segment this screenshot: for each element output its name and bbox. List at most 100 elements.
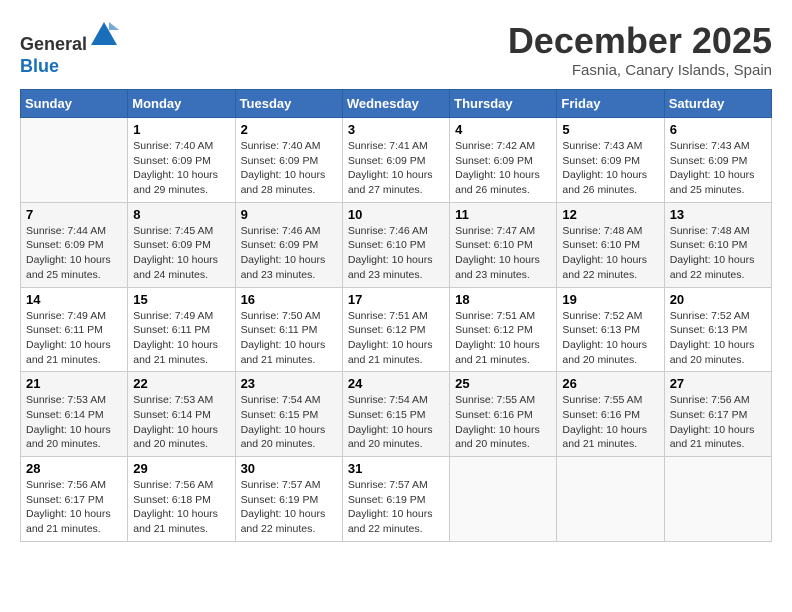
calendar-cell: 18 Sunrise: 7:51 AMSunset: 6:12 PMDayligh…	[450, 287, 557, 372]
day-number: 7	[26, 207, 122, 222]
cell-info: Sunrise: 7:48 AMSunset: 6:10 PMDaylight:…	[670, 224, 766, 283]
calendar-cell: 10 Sunrise: 7:46 AMSunset: 6:10 PMDayligh…	[342, 202, 449, 287]
day-number: 15	[133, 292, 229, 307]
calendar-cell: 23Sunrise: 7:54 AMSunset: 6:15 PMDayligh…	[235, 372, 342, 457]
cell-info: Sunrise: 7:42 AMSunset: 6:09 PMDaylight:…	[455, 139, 551, 198]
cell-info: Sunrise: 7:48 AMSunset: 6:10 PMDaylight:…	[562, 224, 658, 283]
calendar-cell: 19 Sunrise: 7:52 AMSunset: 6:13 PMDayligh…	[557, 287, 664, 372]
page-header: General Blue December 2025 Fasnia, Canar…	[20, 20, 772, 79]
calendar-cell: 1 Sunrise: 7:40 AMSunset: 6:09 PMDaylight…	[128, 118, 235, 203]
logo-blue: Blue	[20, 56, 59, 76]
day-number: 20	[670, 292, 766, 307]
calendar-cell: 29Sunrise: 7:56 AMSunset: 6:18 PMDayligh…	[128, 457, 235, 542]
day-number: 9	[241, 207, 337, 222]
logo: General Blue	[20, 20, 119, 77]
title-block: December 2025 Fasnia, Canary Islands, Sp…	[508, 20, 772, 79]
day-number: 30	[241, 461, 337, 476]
cell-info: Sunrise: 7:47 AMSunset: 6:10 PMDaylight:…	[455, 224, 551, 283]
day-number: 14	[26, 292, 122, 307]
cell-info: Sunrise: 7:57 AMSunset: 6:19 PMDaylight:…	[241, 478, 337, 537]
calendar-cell: 11 Sunrise: 7:47 AMSunset: 6:10 PMDayligh…	[450, 202, 557, 287]
calendar-cell: 16 Sunrise: 7:50 AMSunset: 6:11 PMDayligh…	[235, 287, 342, 372]
calendar-cell: 25Sunrise: 7:55 AMSunset: 6:16 PMDayligh…	[450, 372, 557, 457]
calendar-cell	[557, 457, 664, 542]
day-number: 22	[133, 376, 229, 391]
calendar-week-5: 28 Sunrise: 7:56 AMSunset: 6:17 PMDayligh…	[21, 457, 772, 542]
day-number: 12	[562, 207, 658, 222]
cell-info: Sunrise: 7:52 AMSunset: 6:13 PMDaylight:…	[562, 309, 658, 368]
day-header-thursday: Thursday	[450, 90, 557, 118]
calendar-cell: 27 Sunrise: 7:56 AMSunset: 6:17 PMDayligh…	[664, 372, 771, 457]
calendar-cell: 21 Sunrise: 7:53 AMSunset: 6:14 PMDayligh…	[21, 372, 128, 457]
day-number: 2	[241, 122, 337, 137]
day-number: 10	[348, 207, 444, 222]
day-number: 5	[562, 122, 658, 137]
calendar-cell: 22Sunrise: 7:53 AMSunset: 6:14 PMDayligh…	[128, 372, 235, 457]
calendar-cell: 2 Sunrise: 7:40 AMSunset: 6:09 PMDaylight…	[235, 118, 342, 203]
cell-info: Sunrise: 7:56 AMSunset: 6:17 PMDaylight:…	[26, 478, 122, 537]
day-number: 1	[133, 122, 229, 137]
cell-info: Sunrise: 7:50 AMSunset: 6:11 PMDaylight:…	[241, 309, 337, 368]
day-header-sunday: Sunday	[21, 90, 128, 118]
calendar-week-2: 7 Sunrise: 7:44 AMSunset: 6:09 PMDaylight…	[21, 202, 772, 287]
day-number: 4	[455, 122, 551, 137]
day-number: 29	[133, 461, 229, 476]
calendar-cell: 31 Sunrise: 7:57 AMSunset: 6:19 PMDayligh…	[342, 457, 449, 542]
cell-info: Sunrise: 7:55 AMSunset: 6:16 PMDaylight:…	[562, 393, 658, 452]
logo-icon	[89, 20, 119, 50]
cell-info: Sunrise: 7:57 AMSunset: 6:19 PMDaylight:…	[348, 478, 444, 537]
day-number: 21	[26, 376, 122, 391]
calendar-cell: 9 Sunrise: 7:46 AMSunset: 6:09 PMDaylight…	[235, 202, 342, 287]
calendar-cell	[21, 118, 128, 203]
calendar-cell: 5 Sunrise: 7:43 AMSunset: 6:09 PMDaylight…	[557, 118, 664, 203]
cell-info: Sunrise: 7:41 AMSunset: 6:09 PMDaylight:…	[348, 139, 444, 198]
cell-info: Sunrise: 7:40 AMSunset: 6:09 PMDaylight:…	[241, 139, 337, 198]
location: Fasnia, Canary Islands, Spain	[508, 62, 772, 79]
calendar-week-4: 21 Sunrise: 7:53 AMSunset: 6:14 PMDayligh…	[21, 372, 772, 457]
calendar-cell: 26 Sunrise: 7:55 AMSunset: 6:16 PMDayligh…	[557, 372, 664, 457]
days-header-row: SundayMondayTuesdayWednesdayThursdayFrid…	[21, 90, 772, 118]
calendar-cell: 15 Sunrise: 7:49 AMSunset: 6:11 PMDayligh…	[128, 287, 235, 372]
cell-info: Sunrise: 7:56 AMSunset: 6:17 PMDaylight:…	[670, 393, 766, 452]
day-number: 31	[348, 461, 444, 476]
day-number: 19	[562, 292, 658, 307]
day-number: 26	[562, 376, 658, 391]
calendar-cell: 7 Sunrise: 7:44 AMSunset: 6:09 PMDaylight…	[21, 202, 128, 287]
day-number: 25	[455, 376, 551, 391]
cell-info: Sunrise: 7:40 AMSunset: 6:09 PMDaylight:…	[133, 139, 229, 198]
calendar-cell: 30 Sunrise: 7:57 AMSunset: 6:19 PMDayligh…	[235, 457, 342, 542]
day-number: 16	[241, 292, 337, 307]
day-number: 6	[670, 122, 766, 137]
cell-info: Sunrise: 7:51 AMSunset: 6:12 PMDaylight:…	[455, 309, 551, 368]
cell-info: Sunrise: 7:54 AMSunset: 6:15 PMDaylight:…	[348, 393, 444, 452]
month-title: December 2025	[508, 20, 772, 62]
cell-info: Sunrise: 7:54 AMSunset: 6:15 PMDaylight:…	[241, 393, 337, 452]
logo-general: General	[20, 34, 87, 54]
cell-info: Sunrise: 7:43 AMSunset: 6:09 PMDaylight:…	[670, 139, 766, 198]
day-header-friday: Friday	[557, 90, 664, 118]
day-number: 24	[348, 376, 444, 391]
calendar-cell	[450, 457, 557, 542]
cell-info: Sunrise: 7:46 AMSunset: 6:09 PMDaylight:…	[241, 224, 337, 283]
calendar-cell: 20Sunrise: 7:52 AMSunset: 6:13 PMDayligh…	[664, 287, 771, 372]
day-number: 28	[26, 461, 122, 476]
calendar-table: SundayMondayTuesdayWednesdayThursdayFrid…	[20, 89, 772, 542]
calendar-cell: 4 Sunrise: 7:42 AMSunset: 6:09 PMDaylight…	[450, 118, 557, 203]
cell-info: Sunrise: 7:46 AMSunset: 6:10 PMDaylight:…	[348, 224, 444, 283]
day-header-wednesday: Wednesday	[342, 90, 449, 118]
cell-info: Sunrise: 7:53 AMSunset: 6:14 PMDaylight:…	[26, 393, 122, 452]
day-header-saturday: Saturday	[664, 90, 771, 118]
cell-info: Sunrise: 7:44 AMSunset: 6:09 PMDaylight:…	[26, 224, 122, 283]
calendar-cell: 13Sunrise: 7:48 AMSunset: 6:10 PMDayligh…	[664, 202, 771, 287]
cell-info: Sunrise: 7:49 AMSunset: 6:11 PMDaylight:…	[26, 309, 122, 368]
calendar-cell: 3Sunrise: 7:41 AMSunset: 6:09 PMDaylight…	[342, 118, 449, 203]
calendar-cell: 8Sunrise: 7:45 AMSunset: 6:09 PMDaylight…	[128, 202, 235, 287]
cell-info: Sunrise: 7:45 AMSunset: 6:09 PMDaylight:…	[133, 224, 229, 283]
calendar-week-1: 1 Sunrise: 7:40 AMSunset: 6:09 PMDaylight…	[21, 118, 772, 203]
day-number: 11	[455, 207, 551, 222]
cell-info: Sunrise: 7:49 AMSunset: 6:11 PMDaylight:…	[133, 309, 229, 368]
day-number: 27	[670, 376, 766, 391]
day-number: 18	[455, 292, 551, 307]
calendar-cell: 24 Sunrise: 7:54 AMSunset: 6:15 PMDayligh…	[342, 372, 449, 457]
cell-info: Sunrise: 7:43 AMSunset: 6:09 PMDaylight:…	[562, 139, 658, 198]
